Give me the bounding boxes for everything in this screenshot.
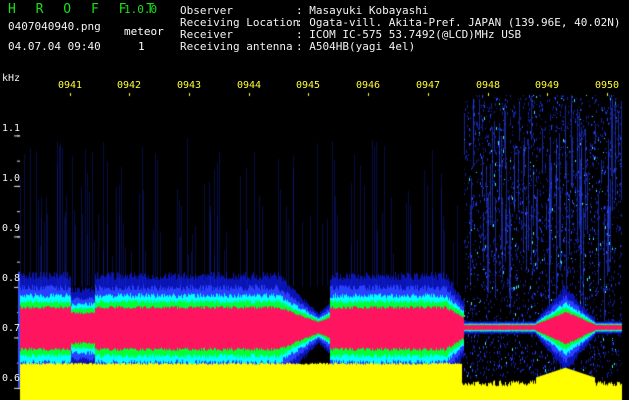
- x-tick-label: 0950: [595, 80, 620, 91]
- meteor-count: 1: [138, 40, 145, 53]
- y-tick-label: 1.0: [2, 173, 21, 184]
- datetime-label: 04.07.04 09:40: [8, 40, 101, 53]
- location-value: : Ogata-vill. Akita-Pref. JAPAN (139.96E…: [296, 16, 621, 29]
- antenna-value: : A504HB(yagi 4el): [296, 40, 416, 53]
- x-tick-label: 0941: [58, 80, 83, 91]
- x-tick-label: 0945: [296, 80, 321, 91]
- observer-value: : Masayuki Kobayashi: [296, 4, 429, 17]
- y-tick-label: 0.9: [2, 223, 21, 234]
- x-tick-label: 0947: [416, 80, 441, 91]
- receiver-label: Receiver: [180, 28, 233, 41]
- antenna-label: Receiving antenna: [180, 40, 293, 53]
- y-tick-label: 0.7: [2, 323, 21, 334]
- y-tick-label: 0.8: [2, 273, 21, 284]
- y-tick-label: 1.1: [2, 123, 21, 134]
- x-tick-label: 0949: [535, 80, 560, 91]
- y-axis-unit: kHz: [2, 73, 21, 84]
- receiver-value: : ICOM IC-575 53.7492(@LCD)MHz USB: [296, 28, 522, 41]
- meteor-label: meteor: [124, 25, 164, 38]
- x-tick-label: 0948: [476, 80, 501, 91]
- app-version: 1.0.0: [124, 3, 158, 16]
- filename-label: 0407040940.png: [8, 20, 101, 33]
- spectrogram-plot: [0, 0, 629, 400]
- y-tick-label: 0.6: [2, 373, 21, 384]
- observer-label: Observer: [180, 4, 233, 17]
- x-tick-label: 0944: [237, 80, 262, 91]
- x-tick-label: 0943: [177, 80, 202, 91]
- x-tick-label: 0946: [356, 80, 381, 91]
- x-tick-label: 0942: [117, 80, 142, 91]
- location-label: Receiving Location: [180, 16, 300, 29]
